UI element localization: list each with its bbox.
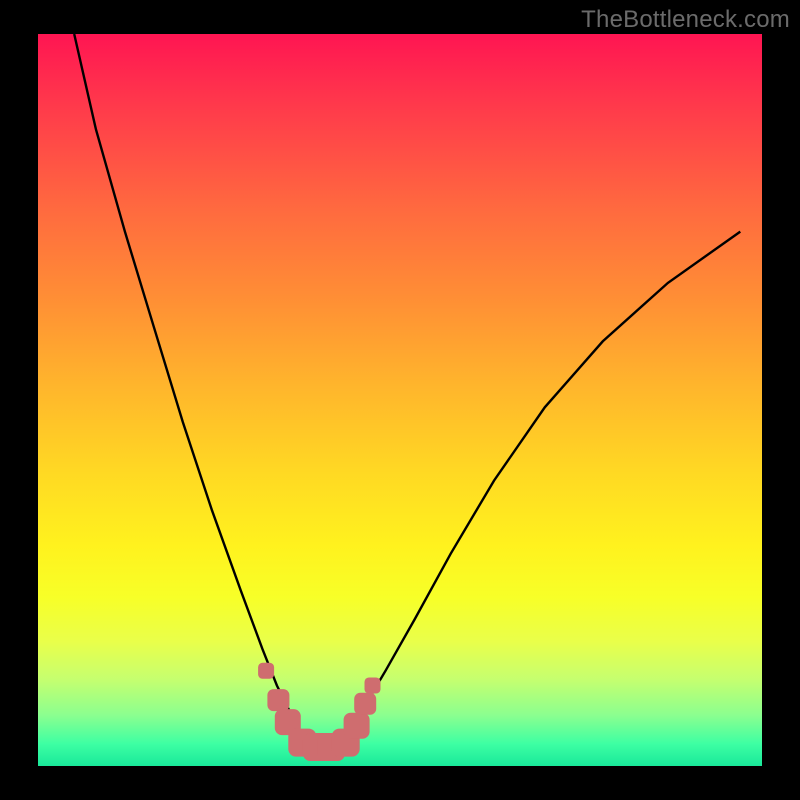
trough-marker: [365, 678, 381, 694]
trough-marker: [344, 713, 370, 739]
bottleneck-curve: [74, 34, 740, 748]
plot-area: [38, 34, 762, 766]
curve-layer: [38, 34, 762, 766]
chart-frame: TheBottleneck.com: [0, 0, 800, 800]
trough-marker: [258, 663, 274, 679]
trough-markers: [258, 663, 380, 761]
trough-marker: [354, 693, 376, 715]
watermark-text: TheBottleneck.com: [581, 6, 790, 34]
trough-marker: [267, 689, 289, 711]
